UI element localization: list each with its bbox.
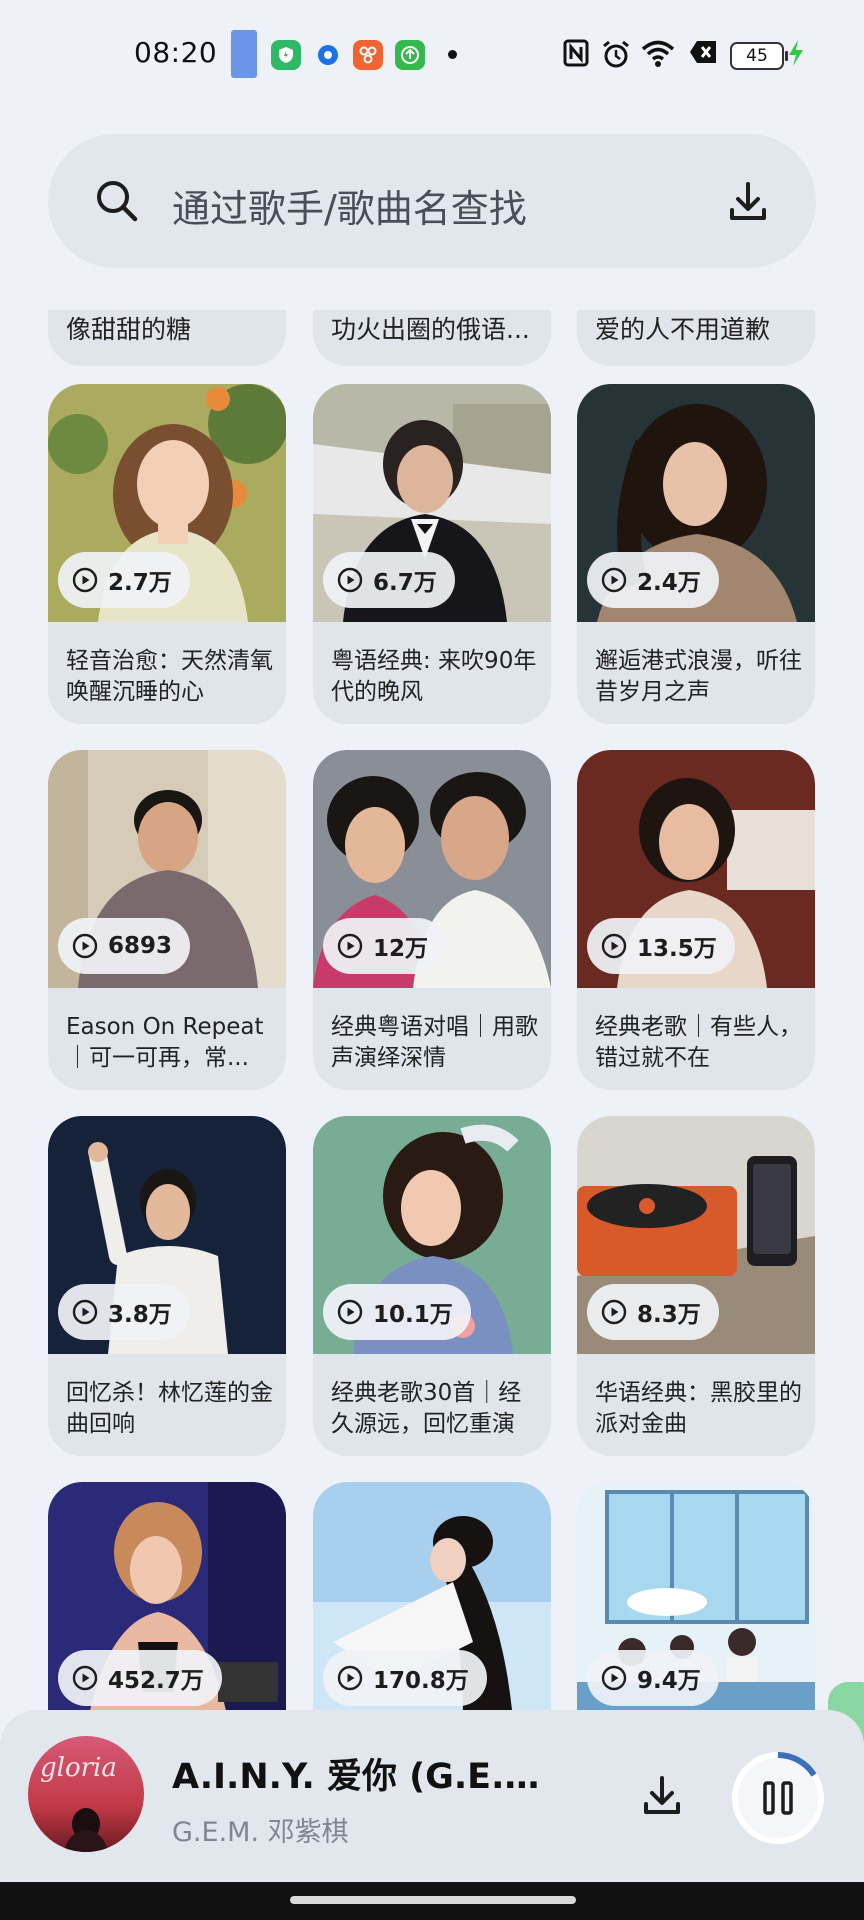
- play-count: 13.5万: [637, 936, 717, 962]
- playlist-card[interactable]: 6.7万 粤语经典: 来吹90年代的晚风: [313, 384, 551, 724]
- playlist-card[interactable]: 9.4万: [577, 1482, 815, 1710]
- play-icon: [72, 1665, 98, 1691]
- playlist-card[interactable]: 8.3万 华语经典：黑胶里的派对金曲: [577, 1116, 815, 1456]
- play-count-badge: 6.7万: [323, 552, 455, 608]
- play-icon: [72, 567, 98, 593]
- playlist-title: 功火出圈的俄语...: [331, 315, 530, 344]
- system-navigation-bar: [0, 1882, 864, 1920]
- playlist-card[interactable]: 功火出圈的俄语...: [313, 310, 551, 366]
- play-count: 170.8万: [373, 1668, 469, 1694]
- play-count: 8.3万: [637, 1302, 701, 1328]
- more-notifications-dot: [448, 50, 457, 59]
- playlist-card[interactable]: 像甜甜的糖: [48, 310, 286, 366]
- playlist-card[interactable]: 2.4万 邂逅港式浪漫，听往昔岁月之声: [577, 384, 815, 724]
- play-count: 452.7万: [108, 1668, 204, 1694]
- play-count: 9.4万: [637, 1668, 701, 1694]
- playlist-title: Eason On Repeat｜可一可再，常...: [66, 1014, 264, 1071]
- album-art: gloria: [28, 1736, 144, 1852]
- play-icon: [337, 1299, 363, 1325]
- playlist-grid: 像甜甜的糖 功火出圈的俄语... 爱的人不用道歉 2.7万 轻音治愈：天然清氧唤…: [0, 310, 864, 1710]
- status-time: 08:20: [134, 36, 218, 69]
- shield-app-icon: [271, 40, 301, 70]
- playlist-title: 经典老歌30首｜经久源远，回忆重演: [331, 1380, 522, 1437]
- play-count-badge: 13.5万: [587, 918, 735, 974]
- playlist-card[interactable]: 6893 Eason On Repeat｜可一可再，常...: [48, 750, 286, 1090]
- nfc-icon: [562, 38, 590, 70]
- status-bar: 08:20 45: [0, 0, 864, 110]
- play-count-badge: 10.1万: [323, 1284, 471, 1340]
- album-wordmark: gloria: [40, 1753, 117, 1783]
- play-count-badge: 170.8万: [323, 1650, 487, 1706]
- playlist-card[interactable]: 452.7万: [48, 1482, 286, 1710]
- play-icon: [601, 1665, 627, 1691]
- playlist-card[interactable]: 12万 经典粤语对唱｜用歌声演绎深情: [313, 750, 551, 1090]
- play-icon: [72, 933, 98, 959]
- play-count: 2.7万: [108, 570, 172, 596]
- playlist-card[interactable]: 10.1万 经典老歌30首｜经久源远，回忆重演: [313, 1116, 551, 1456]
- battery-level: 45: [730, 42, 788, 70]
- play-count-badge: 12万: [323, 918, 447, 974]
- home-gesture-handle[interactable]: [290, 1896, 576, 1904]
- play-icon: [601, 933, 627, 959]
- play-count: 6.7万: [373, 570, 437, 596]
- play-count: 6893: [108, 933, 173, 959]
- play-count-badge: 9.4万: [587, 1650, 719, 1706]
- play-icon: [72, 1299, 98, 1325]
- play-count: 12万: [373, 936, 429, 962]
- search-bar[interactable]: 通过歌手/歌曲名查找: [48, 134, 816, 268]
- download-icon[interactable]: [724, 178, 772, 226]
- messenger-app-icon: [313, 40, 343, 70]
- download-icon[interactable]: [638, 1772, 686, 1820]
- play-icon: [601, 1299, 627, 1325]
- playlist-card[interactable]: 2.7万 轻音治愈：天然清氧唤醒沉睡的心: [48, 384, 286, 724]
- playlist-title: 轻音治愈：天然清氧唤醒沉睡的心: [66, 648, 273, 705]
- playlist-title: 经典粤语对唱｜用歌声演绎深情: [331, 1014, 538, 1071]
- charging-icon: [786, 38, 806, 70]
- playlist-card[interactable]: 170.8万: [313, 1482, 551, 1710]
- play-count-badge: 2.7万: [58, 552, 190, 608]
- play-count-badge: 6893: [58, 918, 191, 974]
- play-count-badge: 8.3万: [587, 1284, 719, 1340]
- mini-player[interactable]: gloria A.I.N.Y. 爱你 (G.E.M.... G.E.M. 邓紫棋: [0, 1710, 864, 1882]
- play-count: 3.8万: [108, 1302, 172, 1328]
- orange-app-icon: [353, 40, 383, 70]
- sim-off-icon: [688, 38, 718, 70]
- playlist-card[interactable]: 3.8万 回忆杀！林忆莲的金曲回响: [48, 1116, 286, 1456]
- playlist-title: 回忆杀！林忆莲的金曲回响: [66, 1380, 273, 1437]
- pause-button[interactable]: [730, 1750, 826, 1846]
- playlist-title: 邂逅港式浪漫，听往昔岁月之声: [595, 648, 802, 705]
- play-count: 10.1万: [373, 1302, 453, 1328]
- play-icon: [337, 567, 363, 593]
- play-count-badge: 3.8万: [58, 1284, 190, 1340]
- artist-name: G.E.M. 邓紫棋: [172, 1817, 349, 1848]
- play-count: 2.4万: [637, 570, 701, 596]
- play-icon: [337, 933, 363, 959]
- play-icon: [337, 1665, 363, 1691]
- playlist-title: 华语经典：黑胶里的派对金曲: [595, 1380, 802, 1437]
- playlist-title: 粤语经典: 来吹90年代的晚风: [331, 648, 537, 705]
- upload-app-icon: [395, 40, 425, 70]
- play-count-badge: 2.4万: [587, 552, 719, 608]
- playlist-title: 经典老歌｜有些人，错过就不在: [595, 1014, 802, 1071]
- playlist-title: 像甜甜的糖: [66, 315, 192, 344]
- notification-indicator: [231, 30, 257, 78]
- search-icon: [97, 181, 138, 222]
- playlist-card[interactable]: 13.5万 经典老歌｜有些人，错过就不在: [577, 750, 815, 1090]
- song-title: A.I.N.Y. 爱你 (G.E.M....: [172, 1757, 562, 1797]
- play-count-badge: 452.7万: [58, 1650, 222, 1706]
- search-input[interactable]: 通过歌手/歌曲名查找: [172, 178, 527, 233]
- playlist-card[interactable]: 爱的人不用道歉: [577, 310, 815, 366]
- playlist-title: 爱的人不用道歉: [595, 315, 771, 344]
- wifi-icon: [640, 38, 676, 70]
- play-icon: [601, 567, 627, 593]
- alarm-icon: [600, 38, 632, 70]
